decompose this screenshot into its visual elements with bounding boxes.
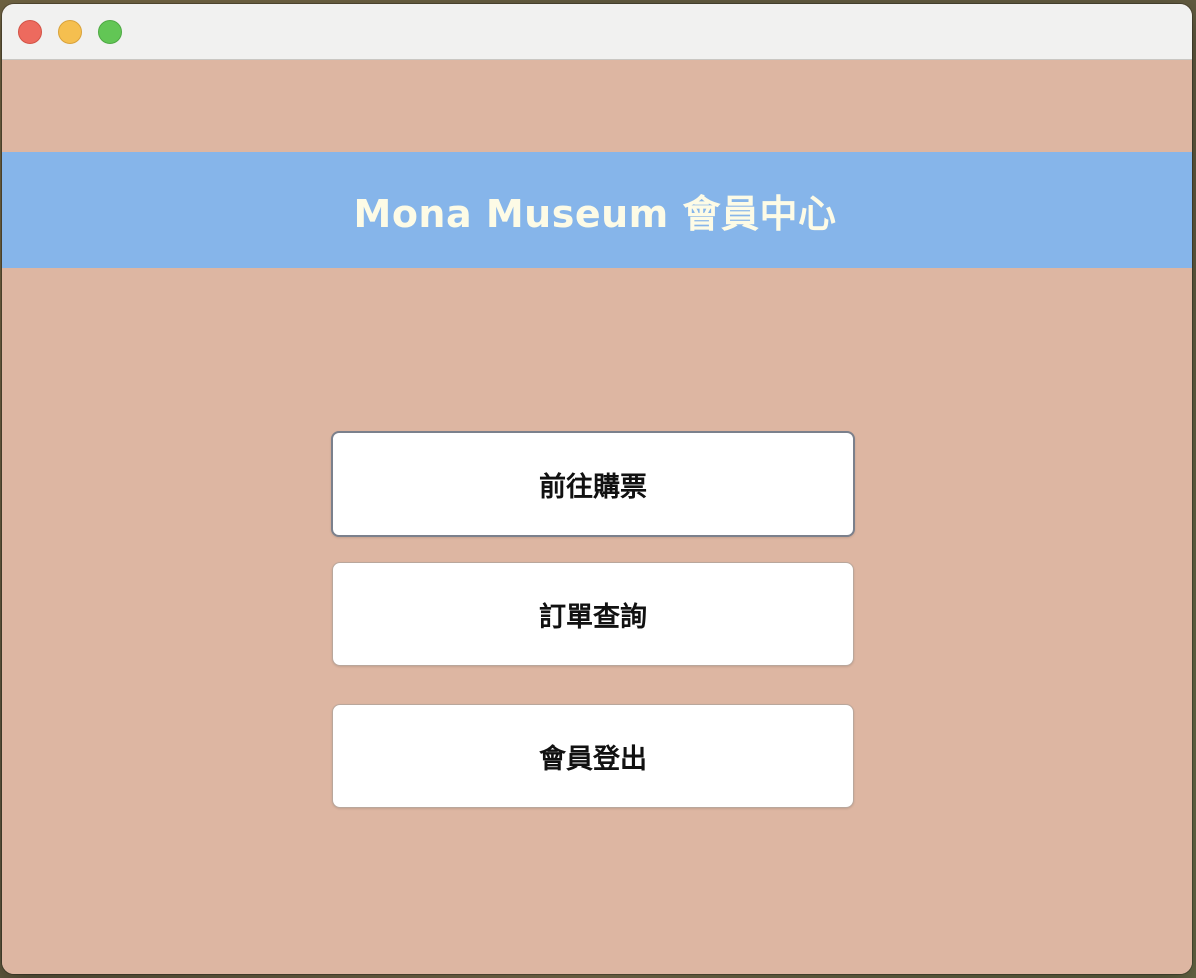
buy-tickets-button[interactable]: 前往購票 bbox=[331, 431, 855, 537]
main-content: Mona Museum 會員中心 前往購票 訂單查詢 會員登出 bbox=[2, 60, 1192, 974]
window-titlebar[interactable] bbox=[2, 4, 1192, 60]
window-minimize-button[interactable] bbox=[58, 20, 82, 44]
window-close-button[interactable] bbox=[18, 20, 42, 44]
window-maximize-button[interactable] bbox=[98, 20, 122, 44]
header-banner: Mona Museum 會員中心 bbox=[2, 152, 1192, 268]
app-window: Mona Museum 會員中心 前往購票 訂單查詢 會員登出 bbox=[2, 4, 1192, 974]
page-title: Mona Museum 會員中心 bbox=[353, 191, 837, 236]
logout-button[interactable]: 會員登出 bbox=[332, 704, 854, 808]
order-query-button[interactable]: 訂單查詢 bbox=[332, 562, 854, 666]
